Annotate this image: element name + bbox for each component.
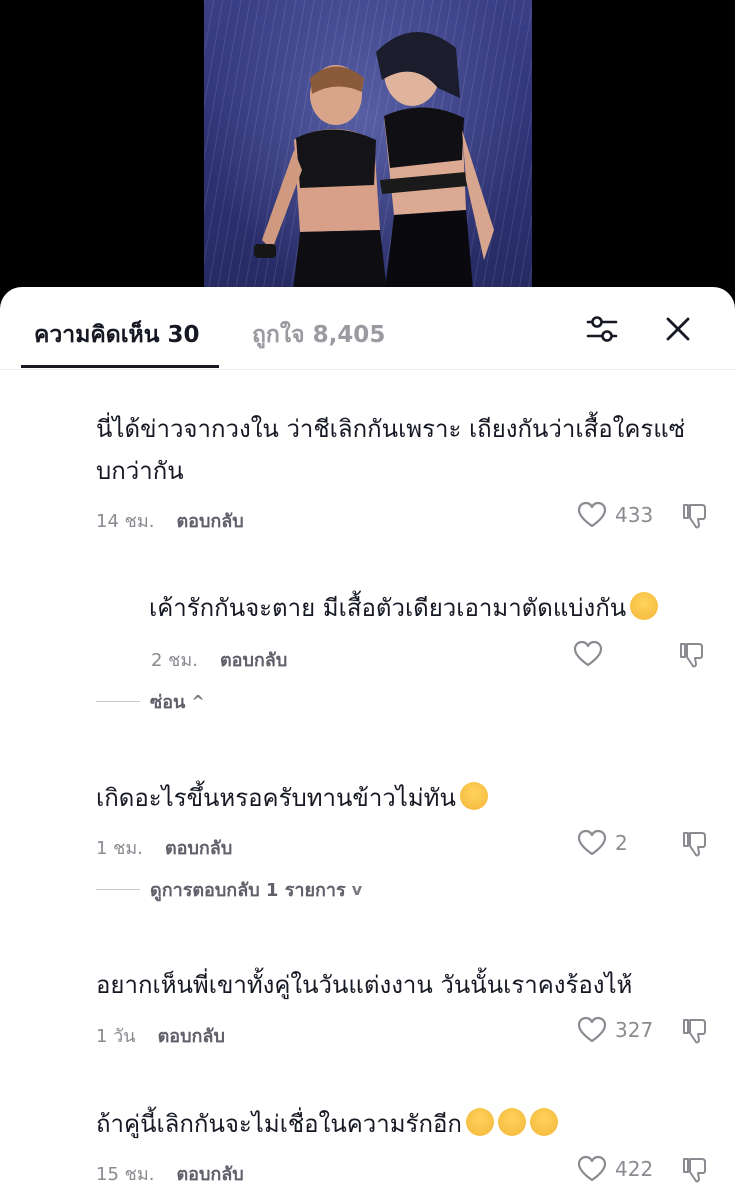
like-count: 422 [615,1157,654,1181]
heart-icon [573,640,603,667]
heart-icon [577,1016,607,1043]
sliders-icon[interactable] [584,311,620,347]
comment-time: 15 ชม. [96,1164,155,1185]
comment-time: 14 ชม. [96,511,155,532]
comment-meta: 1 ชม. ตอบกลับ [96,833,232,862]
tab-bar: ความคิดเห็น 30 ถูกใจ 8,405 [0,287,735,370]
comment-item: เกิดอะไรขึ้นหรอครับทานข้าวไม่ทัน [96,777,696,819]
disappointed-face-icon [459,782,488,810]
comment-text: นี่ได้ข่าวจากวงใน ว่าชีเลิกกันเพราะ เถีย… [96,415,686,485]
loudly-crying-face-icon [529,1108,558,1136]
like-button[interactable]: 433 [577,499,653,531]
comments-sheet: ความคิดเห็น 30 ถูกใจ 8,405 นี่ได้ข่าวจาก… [0,287,735,1200]
view-replies-toggle[interactable]: ดูการตอบกลับ 1 รายการ v [96,875,362,904]
reply-comment-item: เค้ารักกันจะตาย มีเสื้อตัวเดียวเอามาตัดแ… [149,587,709,629]
close-icon[interactable] [660,311,696,347]
comment-time: 2 ชม. [151,650,198,671]
comment-text: ถ้าคู่นี้เลิกกันจะไม่เชื่อในความรักอีก [96,1103,716,1145]
like-count: 433 [615,503,654,527]
comment-time: 1 วัน [96,1026,136,1047]
loudly-crying-face-icon [465,1108,494,1136]
reply-button[interactable]: ตอบกลับ [158,1026,225,1047]
thumbs-down-icon[interactable] [680,829,710,859]
like-button[interactable]: 422 [577,1153,653,1185]
comment-text: เกิดอะไรขึ้นหรอครับทานข้าวไม่ทัน [96,777,696,819]
thumbs-down-icon[interactable] [677,640,707,670]
chevron-up-icon: ^ [191,692,205,711]
reply-button[interactable]: ตอบกลับ [176,511,243,532]
heart-icon [577,501,607,528]
tab-likes[interactable]: ถูกใจ 8,405 [252,317,385,353]
pensive-face-icon [630,592,659,620]
comment-text: อยากเห็นพี่เขาทั้งคู่ในวันแต่งงาน วันนั้… [96,971,633,999]
comment-meta: 2 ชม. ตอบกลับ [151,645,287,674]
heart-icon [577,1155,607,1182]
thumbs-down-icon[interactable] [680,1155,710,1185]
comment-time: 1 ชม. [96,838,143,859]
like-count: 2 [615,831,628,855]
like-button[interactable]: 327 [577,1014,653,1046]
reply-button[interactable]: ตอบกลับ [165,838,232,859]
active-tab-indicator [21,365,219,368]
comment-item: นี่ได้ข่าวจากวงใน ว่าชีเลิกกันเพราะ เถีย… [96,408,696,492]
comment-item: ถ้าคู่นี้เลิกกันจะไม่เชื่อในความรักอีก [96,1103,716,1145]
chevron-down-icon: v [351,880,363,899]
comment-meta: 1 วัน ตอบกลับ [96,1021,225,1050]
hide-replies-toggle[interactable]: ซ่อน ^ [96,687,205,716]
like-count: 327 [615,1018,654,1042]
thumbs-down-icon[interactable] [680,501,710,531]
tab-comments[interactable]: ความคิดเห็น 30 [34,317,199,353]
comment-meta: 14 ชม. ตอบกลับ [96,506,244,535]
like-button[interactable] [573,638,603,670]
comment-meta: 15 ชม. ตอบกลับ [96,1159,244,1188]
reply-button[interactable]: ตอบกลับ [220,650,287,671]
thread-divider [96,889,140,890]
video-area[interactable] [0,0,735,300]
comment-item: อยากเห็นพี่เขาทั้งคู่ในวันแต่งงาน วันนั้… [96,964,696,1006]
reply-button[interactable]: ตอบกลับ [176,1164,243,1185]
hide-replies-label: ซ่อน [150,692,186,713]
video-thumbnail[interactable] [204,0,532,300]
performers-image [254,31,494,300]
heart-icon [577,829,607,856]
thumbs-down-icon[interactable] [680,1016,710,1046]
view-replies-label: ดูการตอบกลับ 1 รายการ [150,880,346,901]
loudly-crying-face-icon [497,1108,526,1136]
thread-divider [96,701,140,702]
like-button[interactable]: 2 [577,827,628,859]
comment-text: เค้ารักกันจะตาย มีเสื้อตัวเดียวเอามาตัดแ… [149,587,709,629]
